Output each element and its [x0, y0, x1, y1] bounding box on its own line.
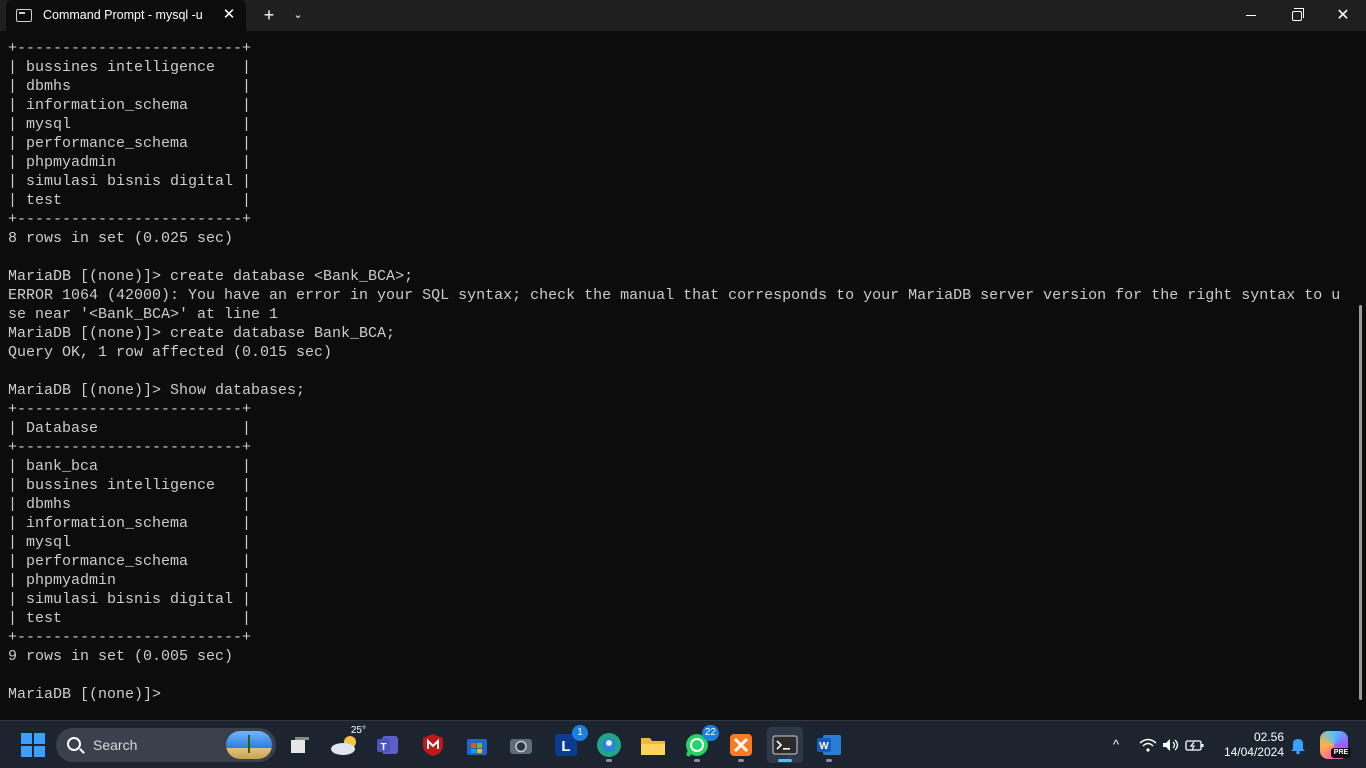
- show-hidden-icons-button[interactable]: ^: [1106, 733, 1126, 757]
- restore-icon: [1292, 7, 1304, 21]
- teams-button[interactable]: T: [371, 727, 407, 763]
- camera-icon: [510, 739, 532, 754]
- terminal-line: | dbmhs |: [8, 78, 252, 95]
- terminal-line: | phpmyadmin |: [8, 154, 252, 171]
- terminal-line: | performance_schema |: [8, 553, 252, 570]
- whatsapp-badge: 22: [701, 725, 719, 741]
- terminal-line: | simulasi bisnis digital |: [8, 173, 252, 190]
- wifi-icon[interactable]: [1137, 733, 1159, 757]
- terminal-line: | test |: [8, 192, 252, 209]
- search-highlight-icon: [226, 731, 272, 759]
- terminal-icon: [772, 735, 798, 755]
- terminal-line: +-------------------------+: [8, 211, 252, 228]
- weather-temp: 25°: [350, 725, 366, 736]
- whatsapp-button[interactable]: 22: [679, 725, 719, 763]
- terminal-line: | Database |: [8, 420, 252, 437]
- search-box[interactable]: Search: [56, 728, 276, 762]
- tab-title: Command Prompt - mysql -u: [43, 8, 203, 22]
- task-view-icon: [291, 737, 309, 753]
- terminal-line: | bussines intelligence |: [8, 477, 252, 494]
- terminal-line: +-------------------------+: [8, 401, 252, 418]
- svg-text:L: L: [561, 738, 570, 755]
- weather-widget[interactable]: 25°: [327, 725, 366, 763]
- volume-icon[interactable]: [1160, 733, 1182, 757]
- maximize-button[interactable]: [1274, 0, 1320, 31]
- camera-button[interactable]: [503, 727, 539, 763]
- search-icon: [67, 737, 81, 751]
- terminal-line: | information_schema |: [8, 515, 252, 532]
- store-bag-icon: [467, 739, 487, 755]
- copilot-preview-label: PRE: [1331, 748, 1351, 758]
- command-prompt-icon: [16, 9, 32, 22]
- minimize-button[interactable]: [1228, 0, 1274, 31]
- taskbar: Search 25° T L 1 22 W ^ 02.56 14/04/2024…: [0, 720, 1366, 768]
- terminal-line: +-------------------------+: [8, 40, 252, 57]
- terminal-line: 8 rows in set (0.025 sec): [8, 230, 234, 247]
- start-button[interactable]: [15, 727, 51, 763]
- terminal-line: +-------------------------+: [8, 439, 252, 456]
- xampp-button[interactable]: [723, 727, 759, 763]
- minimize-icon: [1246, 15, 1256, 17]
- new-tab-button[interactable]: +: [256, 0, 282, 31]
- terminal-line: | simulasi bisnis digital |: [8, 591, 252, 608]
- tab-command-prompt[interactable]: Command Prompt - mysql -u ✕: [6, 0, 246, 31]
- microsoft-store-button[interactable]: [459, 727, 495, 763]
- file-explorer-button[interactable]: [635, 727, 671, 763]
- task-view-button[interactable]: [282, 727, 318, 763]
- tab-close-button[interactable]: ✕: [218, 4, 240, 26]
- svg-text:T: T: [380, 742, 386, 753]
- terminal-line: MariaDB [(none)]> create database <Bank_…: [8, 268, 414, 285]
- edge-profile-button[interactable]: [591, 727, 627, 763]
- terminal-line: | test |: [8, 610, 252, 627]
- terminal-output[interactable]: +-------------------------+ | bussines in…: [0, 31, 1358, 720]
- terminal-text: +-------------------------+ | bussines in…: [8, 39, 1350, 704]
- terminal-line: | dbmhs |: [8, 496, 252, 513]
- xampp-icon: [730, 734, 752, 756]
- terminal-line: | bank_bca |: [8, 458, 252, 475]
- terminal-button[interactable]: [767, 727, 803, 763]
- terminal-line: 9 rows in set (0.005 sec): [8, 648, 234, 665]
- search-placeholder: Search: [93, 737, 138, 753]
- terminal-line: MariaDB [(none)]>: [8, 686, 162, 703]
- terminal-line: | bussines intelligence |: [8, 59, 252, 76]
- l-app-badge: 1: [572, 725, 588, 741]
- mcafee-button[interactable]: [415, 727, 451, 763]
- terminal-line: | mysql |: [8, 534, 252, 551]
- terminal-line: MariaDB [(none)]> create database Bank_B…: [8, 325, 396, 342]
- clock-date: 14/04/2024: [1223, 745, 1284, 759]
- terminal-line: | information_schema |: [8, 97, 252, 114]
- terminal-line: ERROR 1064 (42000): You have an error in…: [8, 287, 1341, 304]
- terminal-line: MariaDB [(none)]> Show databases;: [8, 382, 306, 399]
- close-window-button[interactable]: ✕: [1320, 0, 1366, 31]
- terminal-line: +-------------------------+: [8, 629, 252, 646]
- terminal-line: Query OK, 1 row affected (0.015 sec): [8, 344, 333, 361]
- clock-time: 02.56: [1253, 730, 1284, 744]
- edge-icon: [597, 733, 621, 757]
- battery-icon[interactable]: [1184, 733, 1206, 757]
- svg-text:W: W: [819, 741, 829, 752]
- folder-icon: [641, 738, 665, 755]
- tab-dropdown-button[interactable]: ⌄: [286, 0, 310, 31]
- l-app-button[interactable]: L 1: [548, 725, 588, 763]
- word-button[interactable]: W: [811, 727, 847, 763]
- notification-bell-icon[interactable]: [1288, 735, 1308, 755]
- terminal-line: | performance_schema |: [8, 135, 252, 152]
- teams-icon: T: [377, 736, 398, 754]
- word-icon: W: [817, 735, 841, 755]
- windows-logo-icon: [21, 733, 45, 757]
- mcafee-shield-icon: [423, 734, 443, 756]
- terminal-line: se near '<Bank_BCA>' at line 1: [8, 306, 279, 323]
- system-clock[interactable]: 02.56 14/04/2024: [1212, 730, 1284, 760]
- scrollbar-thumb[interactable]: [1359, 305, 1362, 700]
- terminal-line: | mysql |: [8, 116, 252, 133]
- terminal-line: | phpmyadmin |: [8, 572, 252, 589]
- title-bar: Command Prompt - mysql -u ✕ + ⌄ ✕: [0, 0, 1366, 31]
